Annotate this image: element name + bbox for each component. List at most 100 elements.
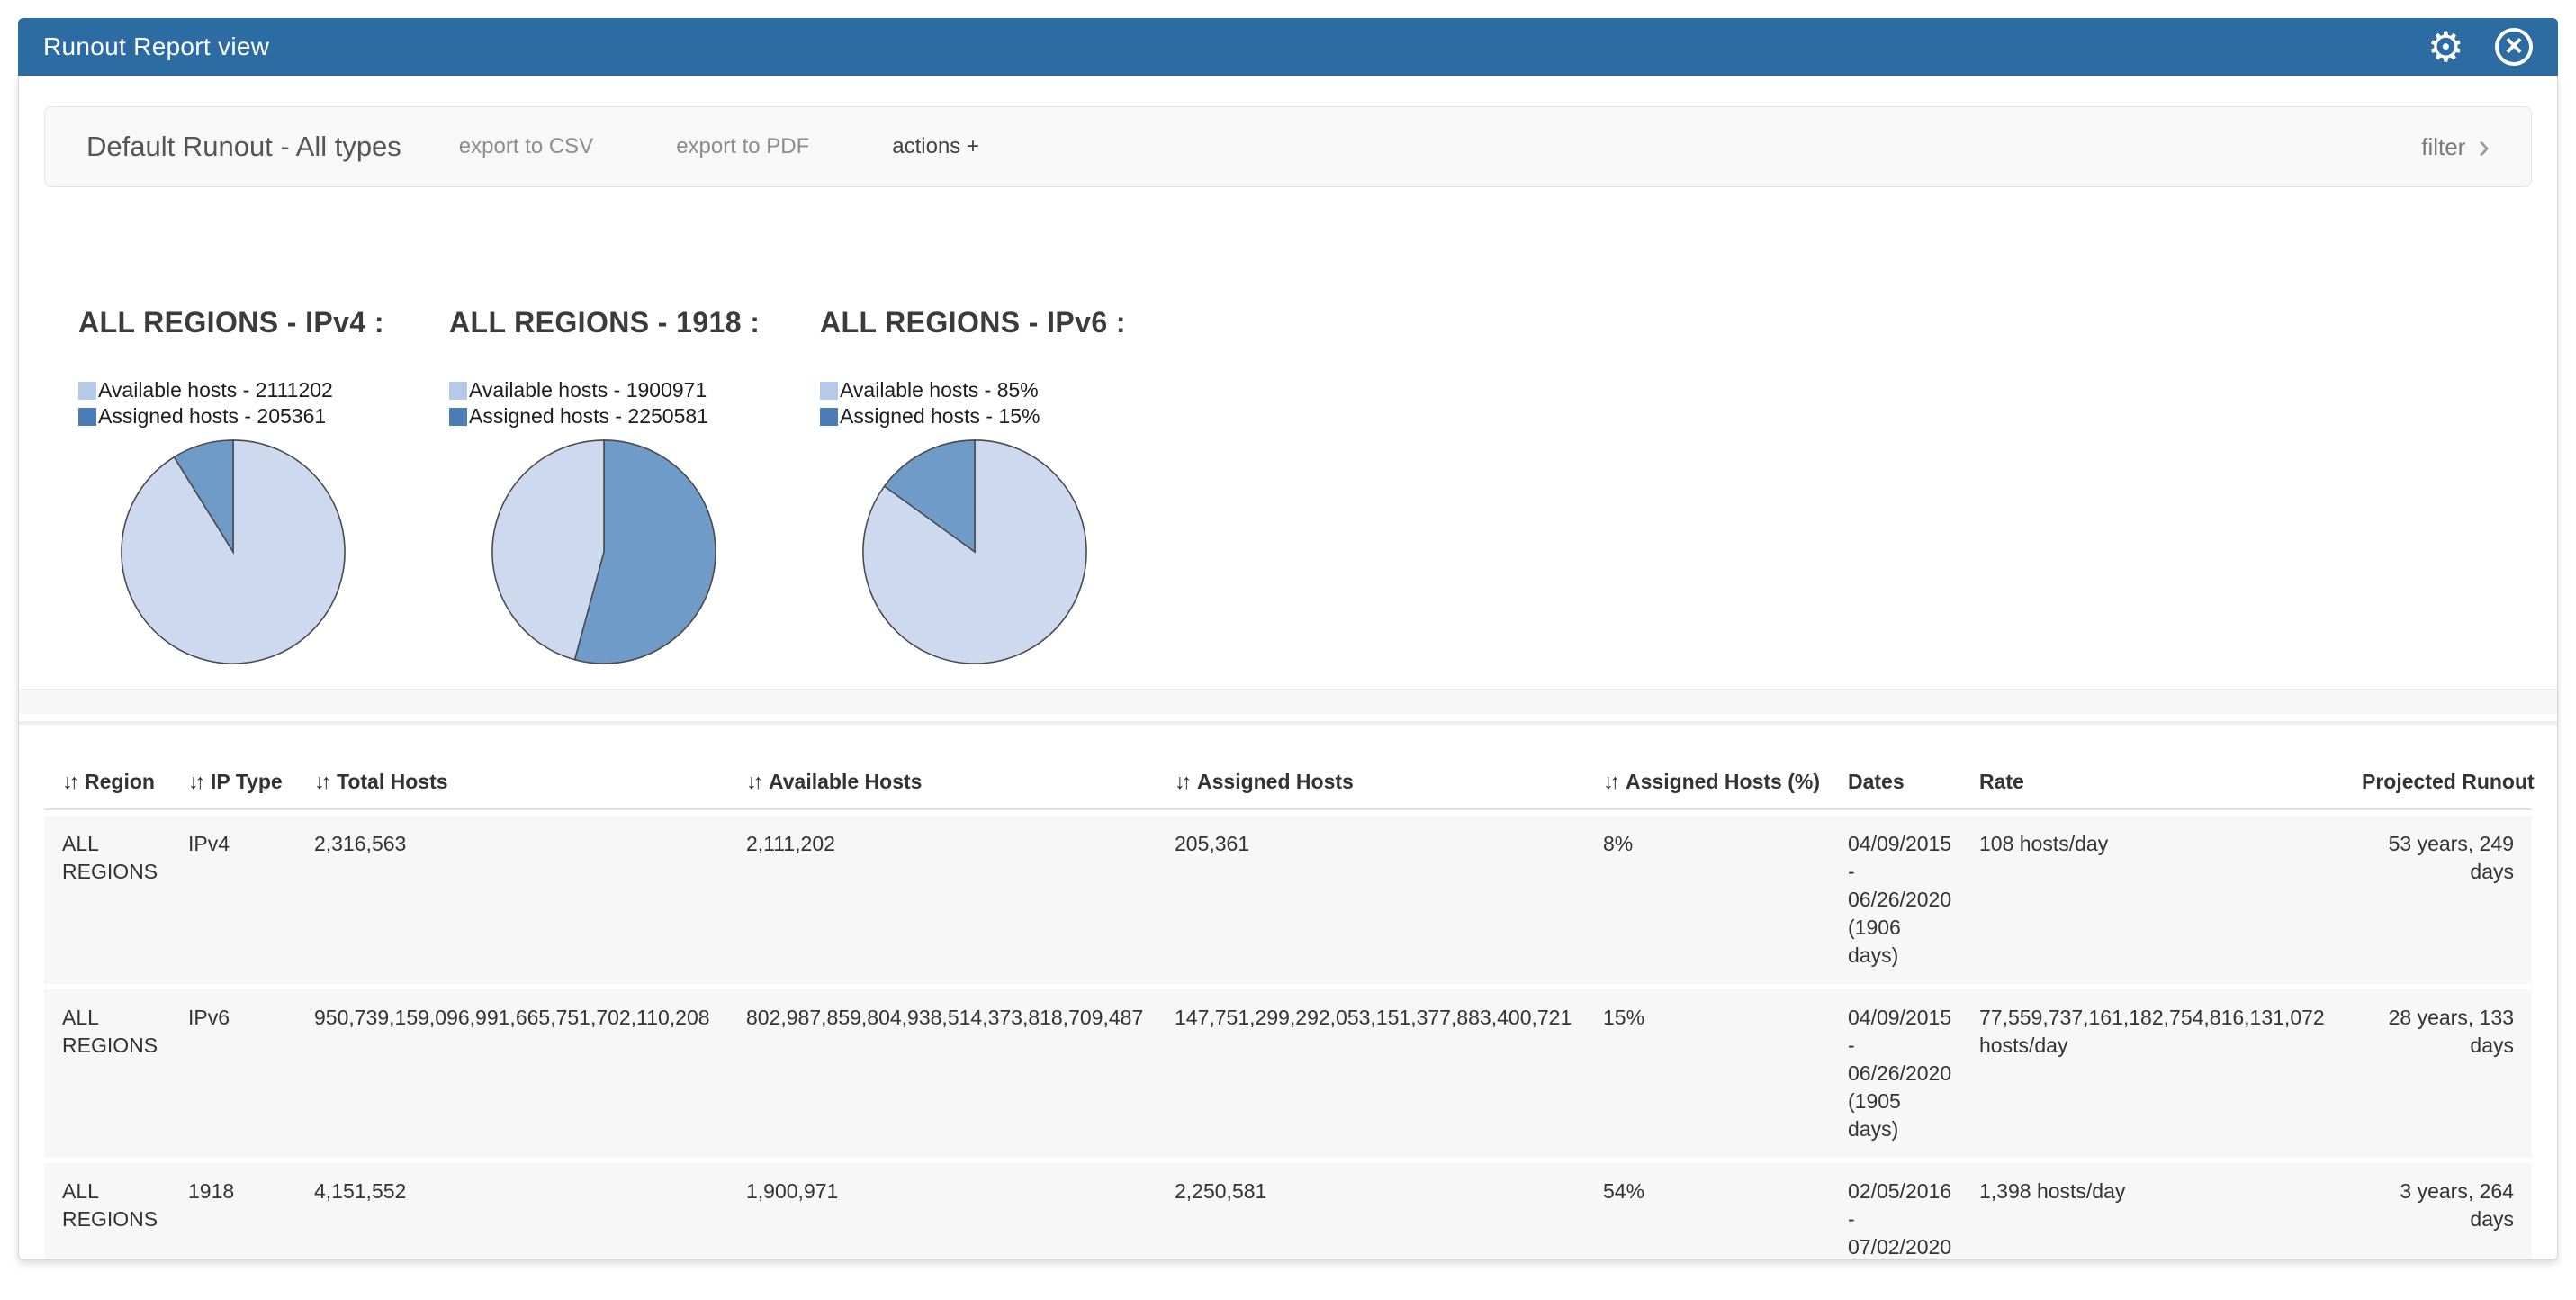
date-line: 02/05/2016: [1848, 1178, 1952, 1205]
column-header-label: Assigned Hosts (%): [1626, 770, 1820, 793]
pie-chart: [860, 437, 1090, 667]
legend-label: Available hosts - 2111202: [98, 378, 333, 402]
column-header-label: Dates: [1848, 770, 1905, 793]
actions-menu-button[interactable]: actions +: [892, 134, 979, 159]
chart-legend: Available hosts - 1900971Assigned hosts …: [449, 377, 820, 429]
legend-swatch-icon: [78, 408, 96, 426]
column-header-available-hosts[interactable]: ↓↑ Available Hosts: [728, 757, 1157, 810]
chart-legend: Available hosts - 85%Assigned hosts - 15…: [820, 377, 1191, 429]
column-header-label: Total Hosts: [337, 770, 448, 793]
chevron-right-icon: ›: [2478, 135, 2490, 158]
filter-label: filter: [2421, 133, 2465, 161]
column-header-ip-type[interactable]: ↓↑ IP Type: [170, 757, 296, 810]
column-header-assigned-hosts[interactable]: ↓↑ Assigned Hosts (%): [1585, 757, 1830, 810]
legend-swatch-icon: [449, 382, 467, 400]
date-line: 07/02/2020: [1848, 1233, 1952, 1260]
chart-title: ALL REGIONS - IPv4 :: [78, 306, 449, 339]
legend-item: Assigned hosts - 15%: [820, 403, 1191, 429]
gear-icon[interactable]: ⚙: [2427, 26, 2464, 68]
export-csv-link[interactable]: export to CSV: [459, 134, 593, 159]
filter-toggle[interactable]: filter ›: [2421, 133, 2490, 161]
cell-ip-type: IPv6: [170, 989, 296, 1158]
cell-dates: 04/09/2015-06/26/2020(1905 days): [1830, 989, 1961, 1158]
date-line: (1906 days): [1848, 914, 1952, 970]
column-header-label: Assigned Hosts: [1197, 770, 1354, 793]
sort-icon: ↓↑: [1603, 770, 1617, 793]
cell-total-hosts: 4,151,552: [296, 1163, 728, 1260]
cell-assigned-pct: 15%: [1585, 989, 1830, 1158]
cell-region: ALL REGIONS: [44, 989, 170, 1158]
date-line: -: [1848, 858, 1952, 886]
legend-item: Assigned hosts - 2250581: [449, 403, 820, 429]
cell-available-hosts: 802,987,859,804,938,514,373,818,709,487: [728, 989, 1157, 1158]
report-toolbar: Default Runout - All types export to CSV…: [44, 106, 2532, 187]
cell-dates: 04/09/2015-06/26/2020(1906 days): [1830, 816, 1961, 984]
legend-item: Available hosts - 1900971: [449, 377, 820, 403]
sort-icon: ↓↑: [1175, 770, 1188, 793]
legend-label: Available hosts - 85%: [840, 378, 1039, 402]
table-row: ALL REGIONSIPv42,316,5632,111,202205,361…: [44, 816, 2532, 984]
cell-ip-type: 1918: [170, 1163, 296, 1260]
legend-swatch-icon: [78, 382, 96, 400]
pie-chart: [118, 437, 348, 667]
cell-rate: 108 hosts/day: [1961, 816, 2344, 984]
pie-chart: [489, 437, 719, 667]
window-title: Runout Report view: [43, 32, 269, 61]
column-header-label: IP Type: [211, 770, 283, 793]
date-line: -: [1848, 1032, 1952, 1060]
column-header-region[interactable]: ↓↑Region: [44, 757, 170, 810]
legend-label: Available hosts - 1900971: [469, 378, 707, 402]
sort-icon: ↓↑: [188, 770, 202, 793]
date-line: 04/09/2015: [1848, 830, 1952, 858]
table-header-row: ↓↑Region ↓↑ IP Type ↓↑ Total Hosts ↓↑ Availabl…: [44, 757, 2532, 810]
legend-label: Assigned hosts - 15%: [840, 404, 1040, 429]
pie-chart-block: ALL REGIONS - IPv4 : Available hosts - 2…: [78, 306, 449, 667]
column-header-total-hosts[interactable]: ↓↑ Total Hosts: [296, 757, 728, 810]
sort-icon: ↓↑: [746, 770, 760, 793]
cell-rate: 77,559,737,161,182,754,816,131,072 hosts…: [1961, 989, 2344, 1158]
date-line: 06/26/2020: [1848, 1060, 1952, 1088]
cell-assigned-hosts: 2,250,581: [1157, 1163, 1585, 1260]
cell-available-hosts: 1,900,971: [728, 1163, 1157, 1260]
cell-total-hosts: 950,739,159,096,991,665,751,702,110,208: [296, 989, 728, 1158]
column-header-label: Projected Runout: [2362, 770, 2535, 793]
pie-chart-block: ALL REGIONS - IPv6 : Available hosts - 8…: [820, 306, 1191, 667]
table-row: ALL REGIONS19184,151,5521,900,9712,250,5…: [44, 1163, 2532, 1260]
legend-item: Available hosts - 85%: [820, 377, 1191, 403]
sort-icon: ↓↑: [314, 770, 328, 793]
pie-chart-block: ALL REGIONS - 1918 : Available hosts - 1…: [449, 306, 820, 667]
cell-region: ALL REGIONS: [44, 1163, 170, 1260]
runout-report-window: Runout Report view ⚙ × Default Runout - …: [18, 18, 2558, 1260]
column-header-assigned-hosts[interactable]: ↓↑ Assigned Hosts: [1157, 757, 1585, 810]
legend-label: Assigned hosts - 205361: [98, 404, 326, 429]
runout-table: ↓↑Region ↓↑ IP Type ↓↑ Total Hosts ↓↑ Availabl…: [44, 752, 2532, 1260]
chart-title: ALL REGIONS - IPv6 :: [820, 306, 1191, 339]
table-body: ALL REGIONSIPv42,316,5632,111,202205,361…: [44, 816, 2532, 1260]
legend-label: Assigned hosts - 2250581: [469, 404, 708, 429]
date-line: 06/26/2020: [1848, 886, 1952, 914]
cell-projected-runout: 3 years, 264 days: [2344, 1163, 2532, 1260]
chart-legend: Available hosts - 2111202Assigned hosts …: [78, 377, 449, 429]
table-row: ALL REGIONSIPv6950,739,159,096,991,665,7…: [44, 989, 2532, 1158]
report-panel: Default Runout - All types export to CSV…: [18, 76, 2558, 1260]
report-title: Default Runout - All types: [86, 131, 401, 163]
cell-assigned-hosts: 205,361: [1157, 816, 1585, 984]
export-pdf-link[interactable]: export to PDF: [676, 134, 809, 159]
cell-rate: 1,398 hosts/day: [1961, 1163, 2344, 1260]
close-icon[interactable]: ×: [2495, 28, 2533, 66]
window-titlebar: Runout Report view ⚙ ×: [18, 18, 2558, 76]
date-line: (1905 days): [1848, 1088, 1952, 1143]
close-x-glyph: ×: [2505, 31, 2523, 61]
legend-item: Assigned hosts - 205361: [78, 403, 449, 429]
legend-swatch-icon: [820, 382, 838, 400]
cell-total-hosts: 2,316,563: [296, 816, 728, 984]
charts-separator-band: [19, 689, 2557, 714]
column-header-label: Rate: [1979, 770, 2024, 793]
charts-separator-line: [19, 721, 2557, 725]
cell-region: ALL REGIONS: [44, 816, 170, 984]
date-line: -: [1848, 1205, 1952, 1233]
column-header-label: Available Hosts: [769, 770, 922, 793]
legend-swatch-icon: [449, 408, 467, 426]
cell-dates: 02/05/2016-07/02/2020(1610 days): [1830, 1163, 1961, 1260]
cell-projected-runout: 28 years, 133 days: [2344, 989, 2532, 1158]
